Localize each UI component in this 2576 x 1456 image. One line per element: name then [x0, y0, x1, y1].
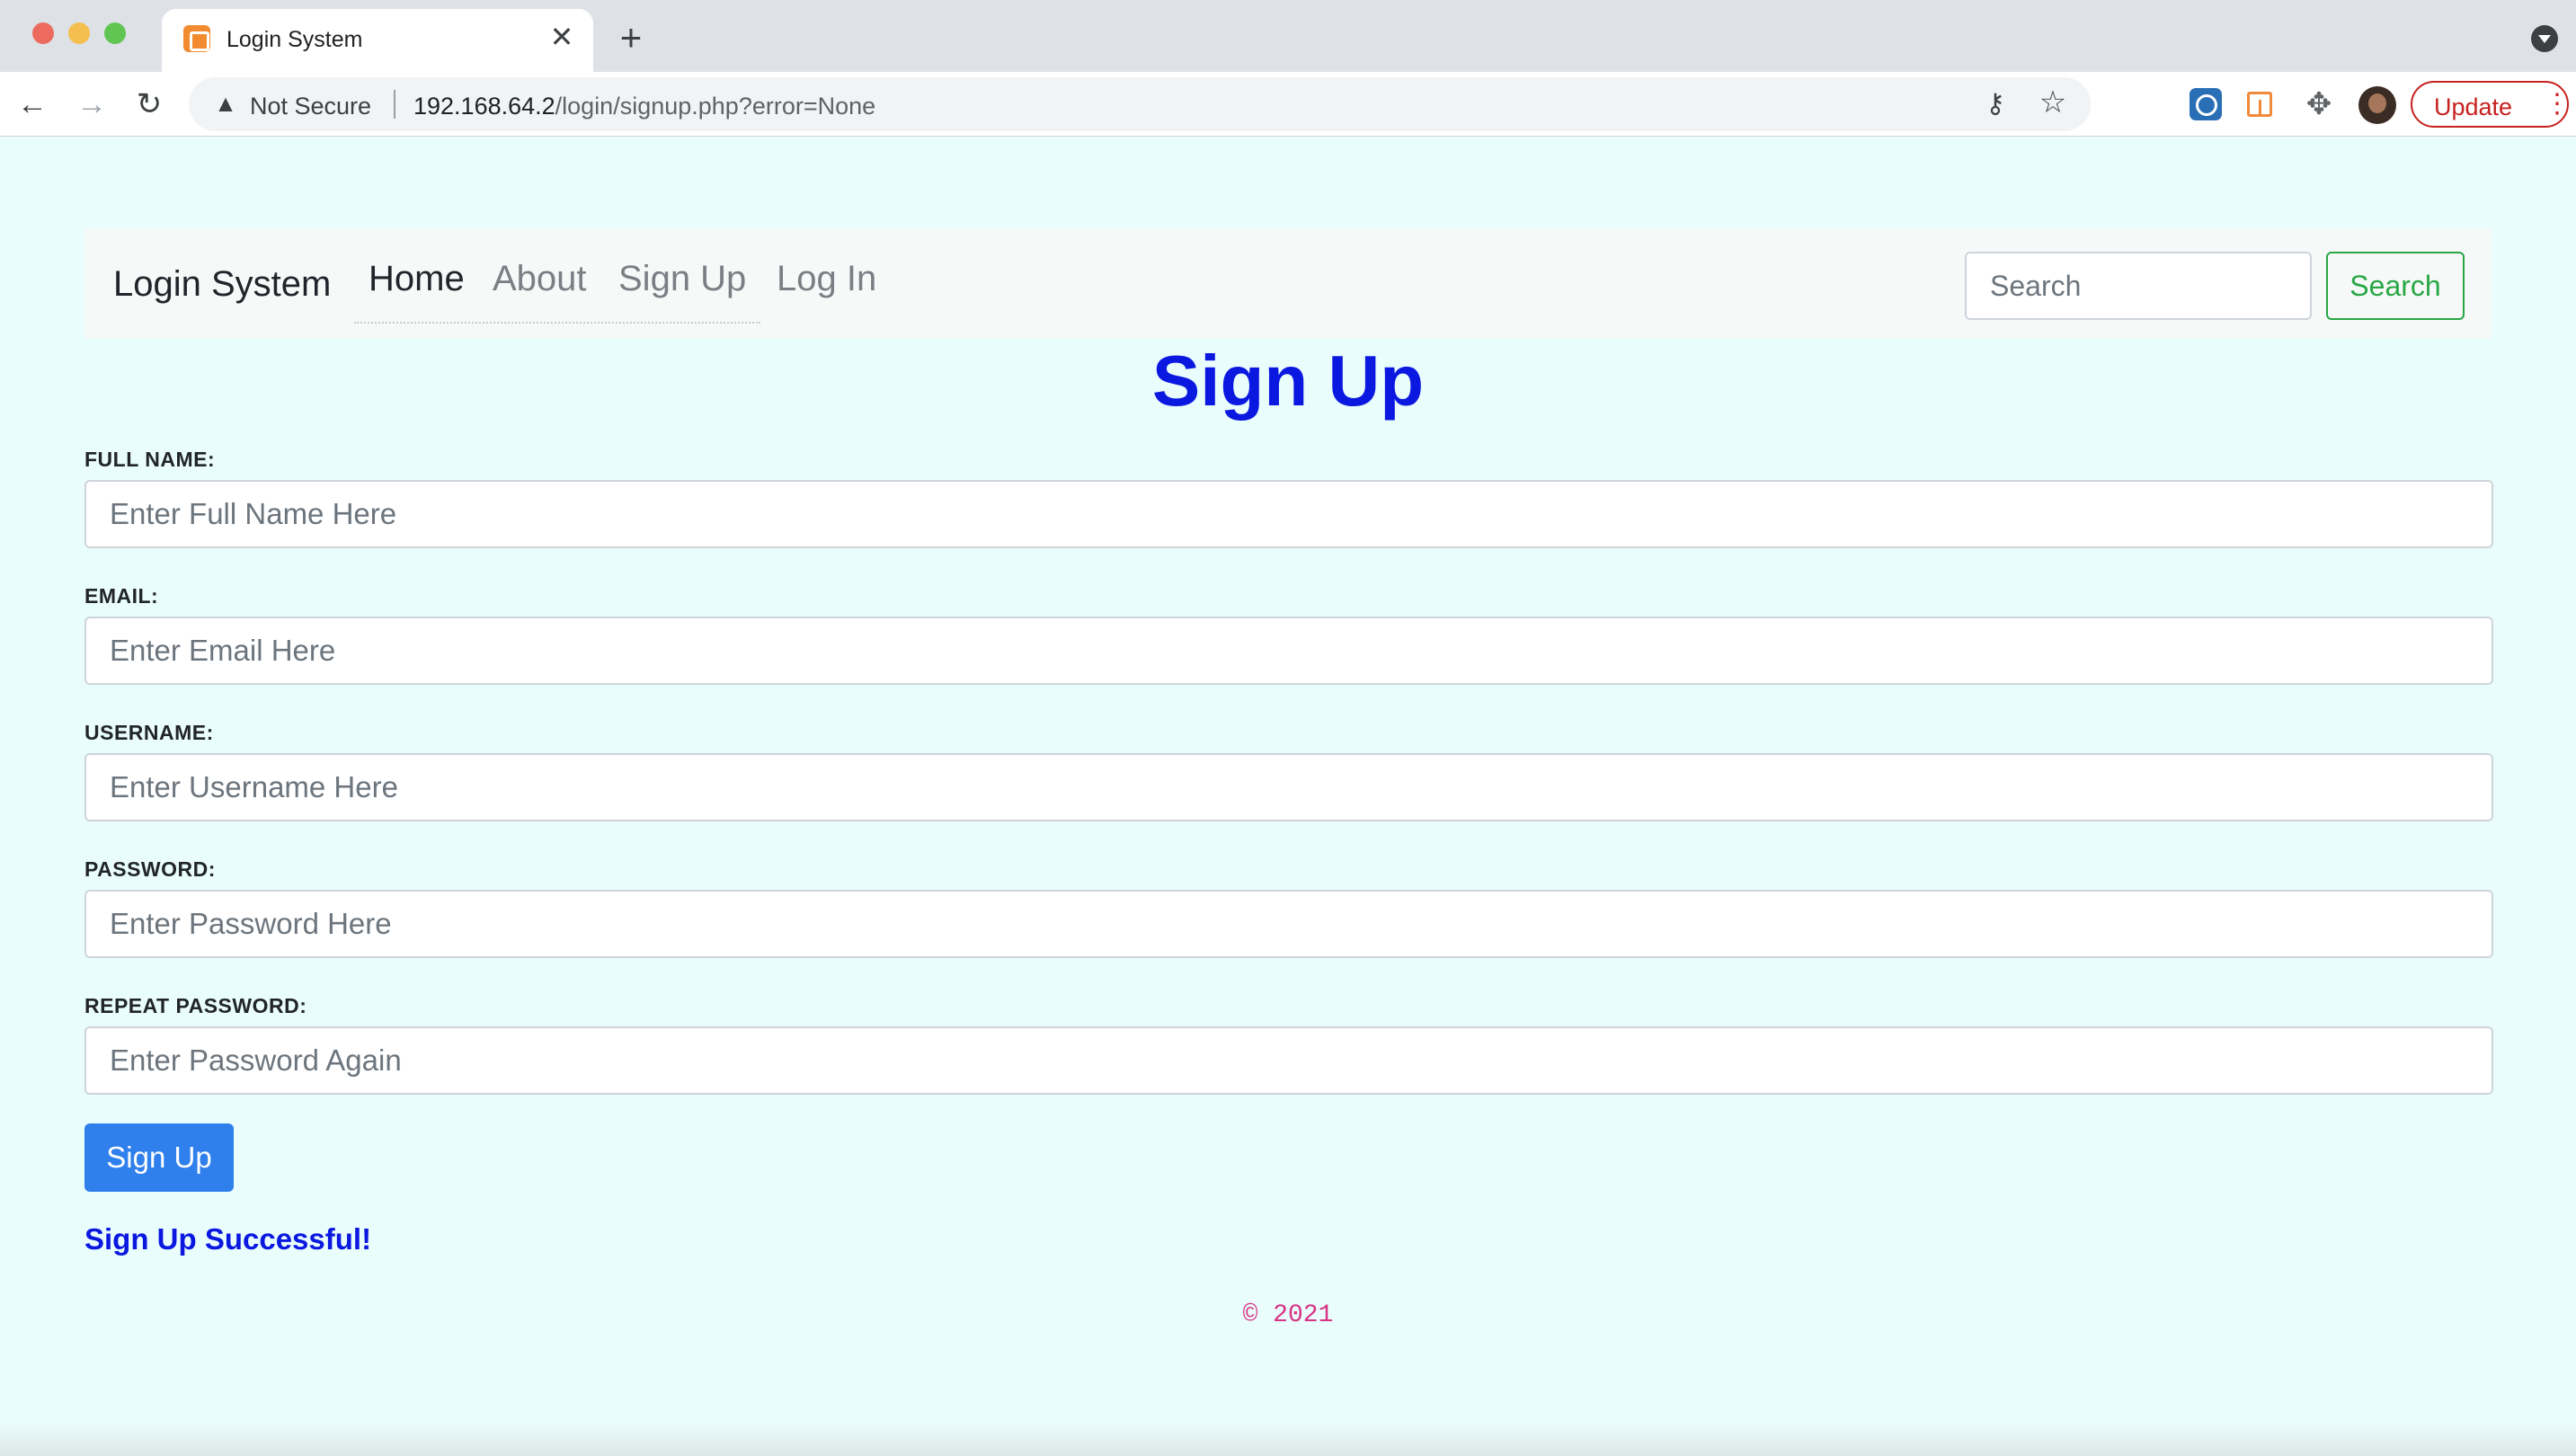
key-icon[interactable]: ⚷ [1979, 88, 2012, 120]
nav-link-about[interactable]: About [493, 259, 587, 299]
url-host: 192.168.64.2 [413, 93, 555, 120]
puzzle-icon[interactable]: ✥ [2303, 88, 2335, 120]
nav-link-log-in[interactable]: Log In [777, 259, 876, 299]
sign-up-button[interactable]: Sign Up [84, 1123, 234, 1192]
security-label[interactable]: Not Secure [250, 93, 371, 120]
tab-search-icon[interactable] [2531, 25, 2558, 52]
email-label: EMAIL: [84, 584, 159, 608]
layout-extension-icon[interactable] [2247, 92, 2272, 117]
avatar[interactable] [2358, 86, 2396, 124]
bottom-shadow [0, 1420, 2576, 1456]
warning-icon[interactable]: ▲ [212, 90, 239, 117]
star-icon[interactable]: ☆ [2037, 86, 2069, 119]
browser-tab[interactable]: Login System ✕ [162, 9, 593, 72]
close-tab-icon[interactable]: ✕ [546, 22, 577, 52]
page-title: Sign Up [1151, 341, 1425, 421]
repeat-password-field[interactable] [84, 1026, 2493, 1095]
password-field[interactable] [84, 890, 2493, 958]
kebab-menu-icon[interactable]: ⋮ [2544, 88, 2571, 120]
success-message: Sign Up Successful! [84, 1222, 372, 1256]
xampp-favicon-icon [183, 25, 210, 52]
email-field[interactable] [84, 617, 2493, 685]
minimize-window-button[interactable] [68, 22, 90, 44]
close-window-button[interactable] [32, 22, 54, 44]
back-arrow-icon[interactable]: ← [13, 84, 52, 124]
nav-link-home[interactable]: Home [369, 259, 465, 299]
update-label: Update [2434, 93, 2513, 120]
search-button[interactable]: Search [2326, 252, 2465, 320]
compass-extension-icon[interactable] [2190, 88, 2222, 120]
browser-toolbar: ← → ↻ ▲ Not Secure 192.168.64.2/login/si… [0, 72, 2576, 137]
username-label: USERNAME: [84, 721, 214, 744]
nav-link-sign-up[interactable]: Sign Up [618, 259, 746, 299]
tab-title: Login System [227, 27, 363, 52]
repeat-password-label: REPEAT PASSWORD: [84, 994, 307, 1017]
footer-copyright: © 2021 [1242, 1301, 1334, 1329]
browser-tabstrip: Login System ✕ + [0, 0, 2576, 72]
maximize-window-button[interactable] [104, 22, 126, 44]
url-path: /login/signup.php?error=None [555, 93, 876, 120]
address-divider [394, 90, 395, 119]
url-text[interactable]: 192.168.64.2/login/signup.php?error=None [413, 93, 875, 120]
address-bar[interactable]: ▲ Not Secure 192.168.64.2/login/signup.p… [189, 77, 2091, 131]
password-label: PASSWORD: [84, 857, 216, 881]
full-name-field[interactable] [84, 480, 2493, 548]
update-button[interactable]: Update ⋮ [2411, 81, 2571, 128]
search-input[interactable] [1965, 252, 2312, 320]
site-navbar: Login System Home About Sign Up Log In S… [84, 228, 2492, 338]
username-field[interactable] [84, 753, 2493, 821]
nav-focus-underline [354, 322, 760, 324]
full-name-label: FULL NAME: [84, 448, 216, 471]
new-tab-icon[interactable]: + [613, 19, 649, 57]
navbar-brand[interactable]: Login System [113, 264, 331, 305]
forward-arrow-icon[interactable]: → [72, 84, 111, 124]
reload-icon[interactable]: ↻ [129, 84, 169, 124]
